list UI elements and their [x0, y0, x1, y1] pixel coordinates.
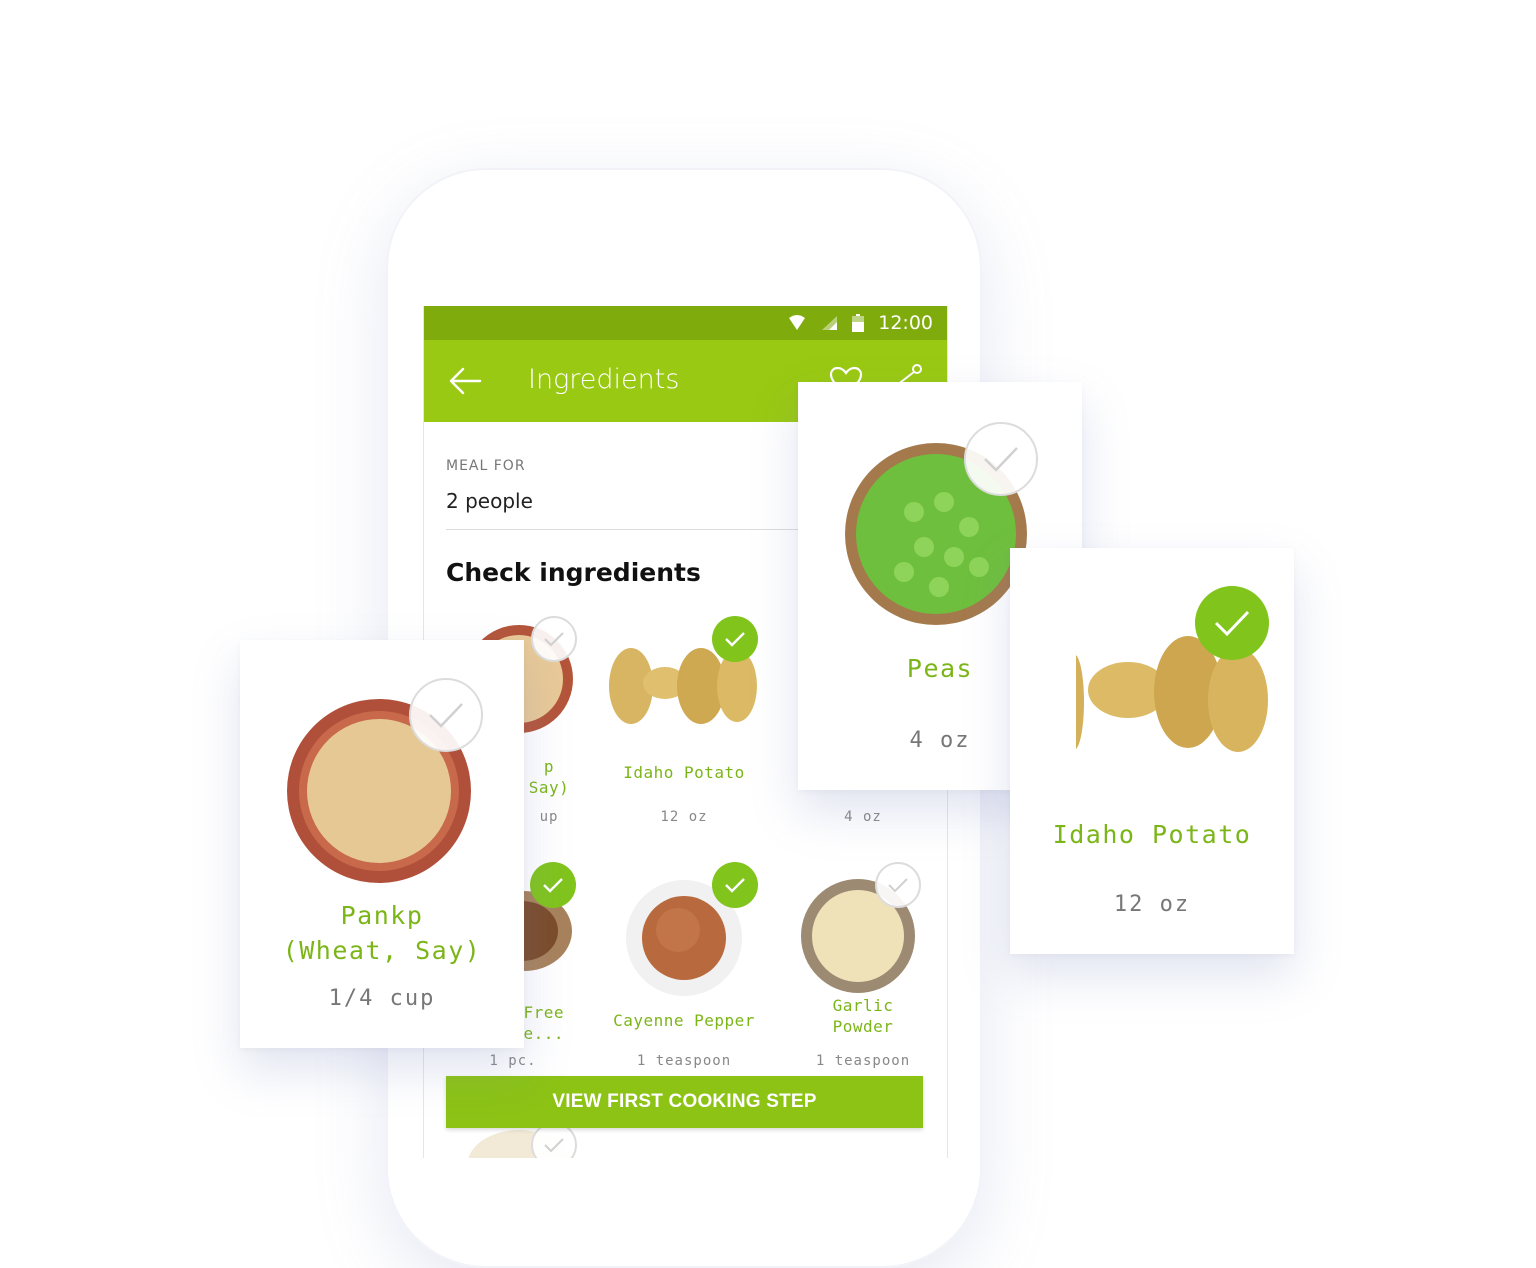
- clock-time: 12:00: [878, 312, 933, 334]
- ingredient-qty: 1 teaspoon: [636, 1053, 732, 1069]
- ingredient-qty: 1 teaspoon: [815, 1053, 911, 1069]
- ingredient-name: Cayenne Pepper: [613, 1011, 755, 1030]
- ingredient-qty: 12 oz: [660, 809, 708, 825]
- ingredient-qty: 1 pc.: [489, 1053, 537, 1069]
- checkmark-icon[interactable]: [409, 678, 483, 752]
- checkmark-icon[interactable]: [712, 616, 758, 662]
- ingredient-name: Pankp (Wheat, Say): [282, 901, 482, 965]
- ingredient-qty: 12 oz: [1113, 892, 1191, 917]
- back-arrow-icon[interactable]: [448, 366, 482, 396]
- ingredient-card-pankp[interactable]: Pankp (Wheat, Say) 1/4 cup: [240, 640, 524, 1048]
- checkmark-icon[interactable]: [875, 862, 921, 908]
- ingredient-name: Garlic Powder: [832, 996, 894, 1036]
- checkmark-icon[interactable]: [530, 862, 576, 908]
- battery-icon: [852, 314, 865, 332]
- status-bar: 12:00: [424, 306, 947, 340]
- ingredient-name: Idaho Potato: [1052, 820, 1252, 849]
- signal-icon: [822, 316, 838, 330]
- checkmark-icon[interactable]: [531, 616, 577, 662]
- meal-for-label: MEAL FOR: [446, 458, 526, 474]
- page-title: Ingredients: [528, 364, 680, 395]
- ingredient-qty: 1/4 cup: [328, 986, 436, 1011]
- ingredient-card-idaho-potato[interactable]: Idaho Potato 12 oz: [1010, 548, 1294, 954]
- wifi-icon: [789, 315, 806, 330]
- section-title: Check ingredients: [446, 558, 701, 587]
- view-first-cooking-step-button[interactable]: VIEW FIRST COOKING STEP: [446, 1076, 923, 1128]
- checkmark-icon[interactable]: [712, 862, 758, 908]
- checkmark-icon[interactable]: [964, 422, 1038, 496]
- ingredient-qty: 4 oz: [844, 809, 882, 825]
- checkmark-icon[interactable]: [1195, 586, 1269, 660]
- ingredient-name: Idaho Potato: [623, 763, 745, 782]
- meal-for-value[interactable]: 2 people: [446, 489, 533, 513]
